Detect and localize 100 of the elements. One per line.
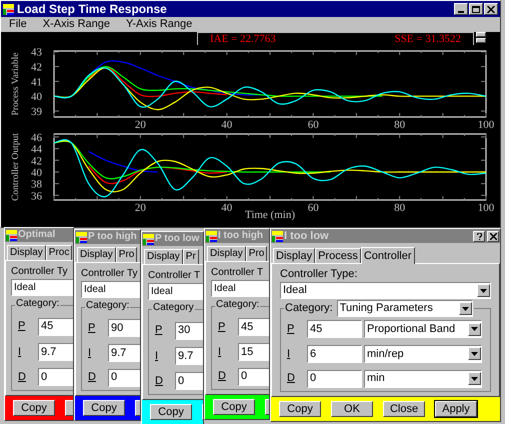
param-field[interactable]: 0 xyxy=(108,368,140,387)
dialog-button[interactable]: Close xyxy=(383,401,425,417)
window-title: I too low xyxy=(284,230,329,242)
tab[interactable]: Display xyxy=(7,245,46,260)
tick-label: 44 xyxy=(31,144,42,156)
category-dropdown[interactable]: Tuning Parameters xyxy=(336,300,473,317)
param-label: D xyxy=(155,374,164,390)
param-label: I xyxy=(18,344,22,360)
param-label: I xyxy=(218,344,222,360)
param-field[interactable]: 9.7 xyxy=(38,342,73,361)
dropdown-value: min/rep xyxy=(367,346,405,362)
tab[interactable]: Display xyxy=(144,249,183,264)
group-label: Category: xyxy=(16,297,60,310)
param-field[interactable]: 0 xyxy=(175,372,203,390)
group-label: Category: xyxy=(285,302,333,315)
tab[interactable]: Display xyxy=(77,247,116,262)
controller-type-dropdown[interactable]: Ideal xyxy=(280,282,491,299)
dropdown-value: Ideal xyxy=(283,283,308,298)
param-field[interactable]: 15 xyxy=(238,342,269,361)
param-field[interactable]: 0 xyxy=(38,368,73,386)
dialog-button[interactable]: Copy xyxy=(279,401,321,417)
param-field[interactable]: 45 xyxy=(38,318,73,336)
dropdown-button[interactable] xyxy=(468,372,481,386)
tab[interactable]: Pr xyxy=(182,249,199,264)
dialog-button[interactable]: Copy xyxy=(13,400,55,416)
controller-type-dropdown[interactable]: Ideal xyxy=(211,280,269,297)
param-label: I xyxy=(155,348,160,364)
param-field[interactable]: 45 xyxy=(307,320,362,338)
field-label: Controller Ty xyxy=(11,265,68,278)
param-field[interactable]: 0 xyxy=(307,370,362,388)
tick-label: 20 xyxy=(134,202,146,214)
close-icon xyxy=(487,6,495,12)
param-field[interactable]: 6 xyxy=(307,344,362,363)
window-title: Optimal xyxy=(18,230,56,240)
menu-item[interactable]: File xyxy=(9,19,27,30)
tab[interactable]: Process xyxy=(315,248,361,263)
dialog-button[interactable]: Apply xyxy=(435,401,477,417)
tick-label: 36 xyxy=(31,190,42,202)
param-label: P xyxy=(287,322,296,338)
tab[interactable]: Pro xyxy=(116,247,138,262)
close-icon xyxy=(490,232,496,240)
field-label: Controller T xyxy=(148,269,200,282)
field-label: Controller T xyxy=(211,266,264,279)
param-field[interactable]: 45 xyxy=(238,318,269,336)
param-label: I xyxy=(88,346,92,361)
caret-icon xyxy=(471,352,478,356)
unit-dropdown[interactable]: min/rep xyxy=(364,344,482,363)
maximize-button[interactable] xyxy=(469,3,483,15)
scroll-up-button[interactable] xyxy=(476,32,486,37)
controller-type-dropdown[interactable]: Ideal xyxy=(11,279,73,296)
tick-label: 60 xyxy=(308,119,319,129)
caret-icon xyxy=(471,376,478,381)
param-field[interactable]: 9.7 xyxy=(108,344,140,362)
tab[interactable]: Display xyxy=(273,248,316,263)
param-field[interactable]: 30 xyxy=(175,322,203,340)
tab[interactable]: Pro xyxy=(246,246,268,261)
close-button[interactable] xyxy=(487,230,499,242)
scroll-down-button[interactable] xyxy=(476,38,486,43)
dropdown-value: Tuning Parameters xyxy=(340,301,434,316)
param-field[interactable]: 0 xyxy=(238,368,269,386)
tick-label: 100 xyxy=(478,202,494,214)
dropdown-button[interactable] xyxy=(468,322,481,336)
help-button[interactable] xyxy=(473,230,485,242)
window-title: P too low xyxy=(155,234,200,244)
dropdown-button[interactable] xyxy=(458,302,472,315)
dialog-button[interactable]: Copy xyxy=(150,404,192,420)
minimize-button[interactable] xyxy=(454,3,468,15)
axis-label: Process Variable xyxy=(11,52,21,116)
tab[interactable]: Display xyxy=(207,246,246,261)
caret-icon xyxy=(480,288,487,292)
menu-item[interactable]: Y-Axis Range xyxy=(126,19,192,30)
dialog-button[interactable]: Copy xyxy=(213,399,255,415)
unit-dropdown[interactable]: min xyxy=(364,370,482,388)
window-title: P too high xyxy=(88,232,137,242)
group-label: Category: xyxy=(216,298,260,311)
axis-label: Controller Output xyxy=(11,133,21,201)
dropdown-button[interactable] xyxy=(477,284,490,297)
unit-dropdown[interactable]: Proportional Band xyxy=(364,320,482,338)
dropdown-value: Proportional Band xyxy=(367,322,456,338)
controller-type-dropdown[interactable]: Ideal xyxy=(148,283,203,300)
group-label: Category: xyxy=(86,299,130,312)
field-label: Controller Ty xyxy=(81,267,138,280)
controller-type-dropdown[interactable]: Ideal xyxy=(81,281,140,298)
tick-label: 40 xyxy=(221,119,232,129)
tab[interactable]: Controller xyxy=(360,247,415,264)
tab[interactable]: Proc xyxy=(46,245,72,260)
maximize-icon xyxy=(472,6,480,12)
dropdown-value: Ideal xyxy=(214,282,237,296)
tick-label: 42 xyxy=(31,62,42,74)
param-field[interactable]: 9.7 xyxy=(175,346,203,365)
param-label: D xyxy=(287,371,296,386)
dropdown-button[interactable] xyxy=(468,347,481,360)
tick-label: 42 xyxy=(31,155,42,168)
menu-item[interactable]: X-Axis Range xyxy=(42,19,110,30)
tick-label: 60 xyxy=(308,202,319,214)
dialog-button[interactable]: OK xyxy=(331,401,373,417)
close-button[interactable] xyxy=(484,3,498,15)
param-field[interactable]: 90 xyxy=(108,319,140,338)
dialog-button[interactable]: Copy xyxy=(83,400,125,416)
tick-label: 43 xyxy=(31,46,42,59)
